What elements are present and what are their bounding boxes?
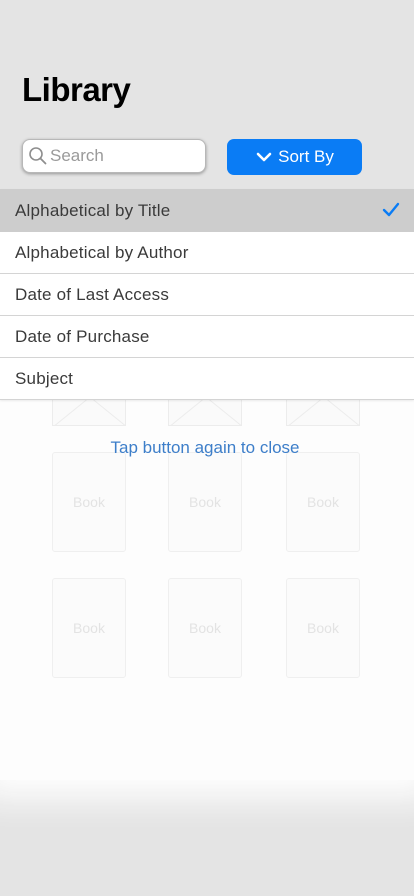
book-card[interactable]: Book — [286, 578, 360, 678]
book-card[interactable]: Book — [168, 578, 242, 678]
sort-option-subject[interactable]: Subject — [0, 358, 414, 400]
sort-dropdown-menu: Alphabetical by Title Alphabetical by Au… — [0, 189, 414, 400]
sort-option-title[interactable]: Alphabetical by Title — [0, 189, 414, 232]
sort-option-label: Date of Last Access — [15, 284, 170, 304]
book-card[interactable]: Book — [286, 452, 360, 552]
book-label: Book — [73, 494, 105, 510]
sort-by-label: Sort By — [278, 147, 334, 166]
page-title: Library — [22, 71, 131, 108]
sort-option-author[interactable]: Alphabetical by Author — [0, 232, 414, 274]
close-hint: Tap button again to close — [110, 438, 300, 457]
book-label: Book — [73, 620, 105, 636]
sort-option-last-access[interactable]: Date of Last Access — [0, 274, 414, 316]
book-label: Book — [189, 494, 221, 510]
search-input[interactable] — [50, 146, 190, 166]
sort-option-label: Subject — [15, 368, 74, 388]
book-card[interactable]: Book — [168, 452, 242, 552]
sort-by-button[interactable]: Sort By — [227, 139, 362, 175]
book-label: Book — [307, 494, 339, 510]
sort-option-label: Alphabetical by Title — [15, 200, 171, 220]
search-icon — [29, 147, 47, 165]
book-card[interactable]: Book — [52, 578, 126, 678]
chevron-down-icon — [256, 152, 272, 162]
search-field[interactable] — [22, 139, 206, 173]
book-card[interactable]: Book — [52, 452, 126, 552]
book-label: Book — [189, 620, 221, 636]
sort-option-label: Date of Purchase — [15, 326, 150, 346]
sort-option-purchase[interactable]: Date of Purchase — [0, 316, 414, 358]
sort-option-label: Alphabetical by Author — [15, 242, 189, 262]
checkmark-icon — [382, 202, 400, 217]
book-label: Book — [307, 620, 339, 636]
